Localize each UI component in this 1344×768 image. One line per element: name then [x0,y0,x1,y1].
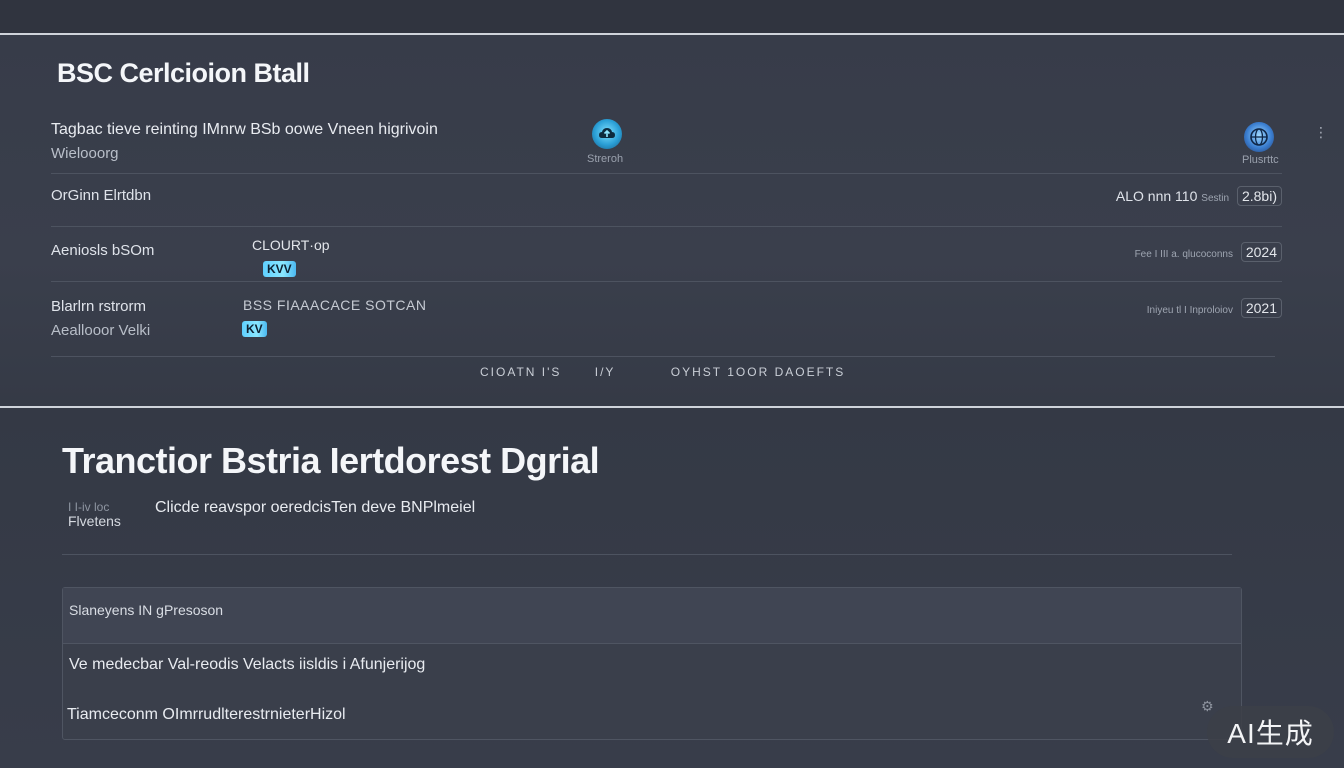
row-middle-text: CLOURT·op [252,237,330,253]
top-strip [0,0,1344,33]
footer-link[interactable]: OYHST 1OOR DAOEFTS [671,365,845,379]
panel-title: BSC Cerlcioion Btall [57,58,310,88]
section-title: Tranctior Bstria Iertdorest Dgrial [62,440,600,481]
more-options-icon[interactable]: ⋮ [1314,124,1328,141]
details-panel [0,35,1344,406]
globe-icon-caption: Plusrttc [1242,154,1279,166]
row-date: 2024 [1240,242,1282,262]
description-prefix-bottom: Flvetens [68,513,121,529]
cloud-upload-icon[interactable] [592,119,622,149]
row-value-text: ALO nnn 110 [1115,188,1198,204]
section-separator [62,554,1232,555]
row-value: ALO nnn 110 Sestin 2.8bi) [1116,186,1282,206]
row-value: Fee I III a. qlucoconns 2024 [1135,242,1282,262]
panel-header-text: Tagbac tieve reinting IMnrw BSb oowe Vne… [51,121,438,138]
footer-link[interactable]: I/Y [595,365,616,379]
table-header [63,588,1241,644]
footer-link[interactable]: CIOATN I'S [480,365,561,379]
ai-generated-badge: AI生成 [1207,706,1334,758]
footer-links: CIOATN I'S I/Y OYHST 1OOR DAOEFTS [480,365,873,379]
cloud-upload-glyph [599,128,615,138]
status-badge[interactable]: KV [242,321,267,337]
table-row[interactable]: Tiamceconm OImrrudlterestrnieterHizol [67,706,346,724]
row-value-note: Sestin [1201,193,1230,204]
row-label: Aeniosls bSOm [51,242,155,259]
description-prefix: I I-iv loc Flvetens [68,500,121,528]
row-sublabel: Aeallooor Velki [51,322,151,339]
row-divider [51,356,1275,357]
row-date: 2.8bi) [1236,186,1282,206]
row-divider [51,173,1282,174]
row-divider [51,281,1282,282]
panel-header-subtext: Wielooorg [51,145,119,162]
gear-icon[interactable]: ⚙ [1201,698,1214,715]
row-date: 2021 [1240,298,1282,318]
section-description: Clicde reavspor oeredcisTen deve BNPlmei… [155,499,476,516]
row-label: Blarlrn rstrorm [51,298,147,315]
status-badge[interactable]: KVV [263,261,296,277]
description-prefix-top: I I-iv loc [68,500,110,514]
table-row[interactable]: Ve medecbar Val-reodis Velacts iisldis i… [69,656,425,674]
cloud-icon-caption: Streroh [587,153,624,165]
row-value-text: Iniyeu tl I Inproloiov [1146,305,1233,316]
globe-glyph [1250,128,1268,146]
row-label: OrGinn Elrtdbn [51,187,152,204]
globe-icon[interactable] [1244,122,1274,152]
row-middle-text: BSS FIAAACACE SOTCAN [243,297,427,313]
table-header-label: Slaneyens IN gPresoson [69,602,224,618]
row-value-text: Fee I III a. qlucoconns [1134,249,1233,260]
row-value: Iniyeu tl I Inproloiov 2021 [1147,298,1282,318]
row-divider [51,226,1282,227]
